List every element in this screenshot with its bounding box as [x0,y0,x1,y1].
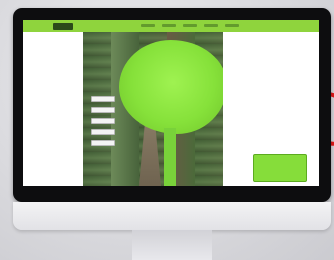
nav-link[interactable] [162,24,176,27]
side-menu-item[interactable] [91,118,115,124]
side-menu-item[interactable] [91,129,115,135]
nav-link[interactable] [204,24,218,27]
tree-trunk [164,128,176,186]
monitor-screen [23,20,319,186]
website-nav-bar [23,20,319,32]
side-menu-item[interactable] [91,140,115,146]
nav-link[interactable] [225,24,239,27]
nav-link[interactable] [141,24,155,27]
tree-icon [119,40,227,134]
left-blank-panel [23,32,83,186]
cta-button[interactable] [253,154,307,182]
logo-icon[interactable] [53,23,73,30]
side-menu [91,96,115,146]
side-menu-item[interactable] [91,96,115,102]
monitor-chin [13,202,331,230]
monitor-stand [132,230,212,260]
nav-links [141,24,239,27]
nav-link[interactable] [183,24,197,27]
side-menu-item[interactable] [91,107,115,113]
